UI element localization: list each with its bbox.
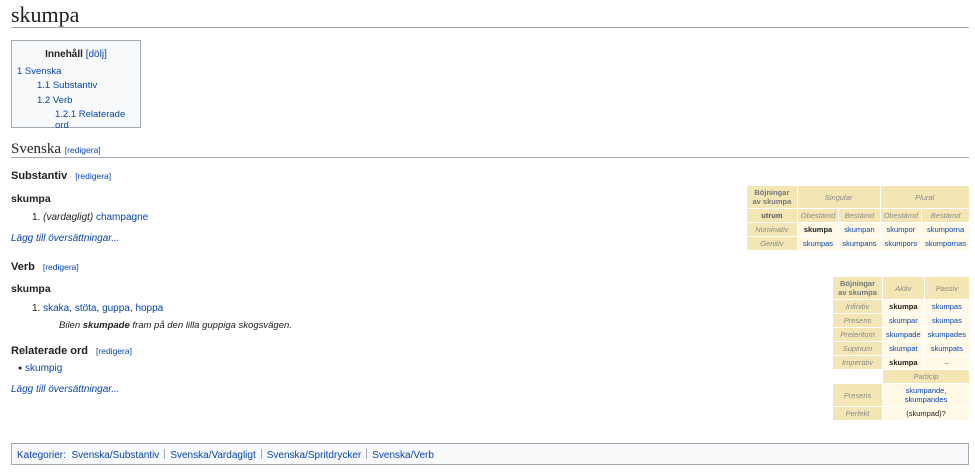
toc-item-relaterade-ord[interactable]: 1.2.1 Relaterade ord [55,109,140,131]
noun-form-link[interactable]: skumpas [797,237,839,250]
noun-inflection-table: Böjningar av skumpa Singular Plural utru… [746,185,970,251]
heading-relaterade-ord: Relaterade ord [redigera] [11,345,132,357]
category-link[interactable]: Svenska/Verb [372,450,434,461]
heading-verb-text: Verb [11,261,35,273]
noun-definition: 1. (vardagligt) champagne [32,212,148,223]
link-champagne[interactable]: champagne [96,212,148,223]
toc-title: Innehåll [45,49,83,60]
category-link[interactable]: Svenska/Substantiv [71,450,159,461]
noun-form-link[interactable]: skumpan [839,223,880,236]
add-translations-noun-link[interactable]: Lägg till översättningar... [11,233,120,244]
definition-number: 1. [32,303,41,314]
heading-relaterade-ord-text: Relaterade ord [11,345,89,357]
edit-link-substantiv[interactable]: [redigera] [75,171,111,181]
verb-row-label: Presens [833,314,883,327]
verb-form-link[interactable]: skumpas [924,300,969,313]
noun-form-link[interactable]: skumporna [922,223,969,236]
verb-inflection-table: Böjningar av skumpa Aktiv Passiv Infinit… [832,276,970,421]
section-heading-text: Svenska [11,141,61,157]
category-separator [366,449,368,459]
page-title: skumpa [11,2,80,27]
link-stota[interactable]: stöta [75,303,97,314]
category-separator [260,449,262,459]
noun-form: skumpa [797,223,839,236]
noun-table-col: Bestämd [839,209,880,222]
noun-table-singular: Singular [797,186,880,208]
noun-row-label: Genitiv [747,237,797,250]
verb-row-label: Supinum [833,342,883,355]
verb-form: skumpa [883,356,924,369]
noun-table-gender: utrum [747,209,797,222]
verb-form-empty: – [924,356,969,369]
link-guppa[interactable]: guppa [102,303,130,314]
noun-table-col: Obestämd [880,209,922,222]
toc-toggle-link[interactable]: [dölj] [86,49,107,60]
verb-table-particip: Particip [883,370,969,383]
heading-substantiv-text: Substantiv [11,170,68,182]
usage-label: (vardagligt) [43,212,94,223]
verb-participle-presens[interactable]: skumpande, skumpandes [883,384,969,406]
verb-headword: skumpa [11,283,51,295]
verb-form: skumpa [883,300,924,313]
example-text-bold: skumpade [82,320,130,331]
noun-form-link[interactable]: skumpornas [922,237,969,250]
section-divider [11,157,969,158]
toc-item-svenska[interactable]: 1 Svenska [17,66,61,77]
verb-table-header: Böjningar av skumpa [833,277,883,299]
verb-form-link[interactable]: skumpat [883,342,924,355]
verb-definition: 1. skaka, stöta, guppa, hoppa [32,303,164,314]
verb-table-aktiv: Aktiv [883,277,924,299]
noun-form-link[interactable]: skumpor [880,223,922,236]
category-separator [164,449,166,459]
verb-row-label: Perfekt [833,407,883,420]
verb-row-label: Presens [833,384,883,406]
categories-label-link[interactable]: Kategorier: [17,450,66,461]
verb-row-label: Preteritum [833,328,883,341]
title-divider [11,27,969,28]
section-heading-svenska: Svenska [redigera] [11,141,101,158]
toc-item-substantiv[interactable]: 1.1 Substantiv [37,80,97,91]
noun-row-label: Nominativ [747,223,797,236]
example-text-post: fram på den lilla guppiga skogsvägen. [129,320,292,331]
verb-row-label: Infinitiv [833,300,883,313]
definition-number: 1. [32,212,41,223]
noun-table-col: Bestämd [922,209,969,222]
verb-form-link[interactable]: skumpar [883,314,924,327]
category-link[interactable]: Svenska/Spritdrycker [267,450,361,461]
heading-verb: Verb [redigera] [11,261,79,273]
verb-table-spacer [833,370,883,383]
category-link[interactable]: Svenska/Vardagligt [170,450,255,461]
edit-link-relaterade-ord[interactable]: [redigera] [96,346,132,356]
noun-table-header: Böjningar av skumpa [747,186,797,208]
bullet-icon: ● [18,365,23,372]
noun-form-link[interactable]: skumpans [839,237,880,250]
noun-headword: skumpa [11,193,51,205]
verb-example: Bilen skumpade fram på den lilla guppiga… [59,320,292,331]
link-skumpig[interactable]: skumpig [25,363,62,374]
verb-table-passiv: Passiv [924,277,969,299]
related-list-item: ● skumpig [18,363,62,374]
verb-form-link[interactable]: skumpats [924,342,969,355]
noun-table-plural: Plural [880,186,969,208]
category-bar: Kategorier: Svenska/Substantiv Svenska/Va… [11,443,969,465]
link-skaka[interactable]: skaka [43,303,69,314]
edit-link-svenska[interactable]: [redigera] [65,145,101,155]
table-of-contents: Innehåll [dölj] 1 Svenska 1.1 Substantiv… [11,40,141,131]
verb-form-link[interactable]: skumpades [924,328,969,341]
verb-form-link[interactable]: skumpas [924,314,969,327]
add-translations-verb-link[interactable]: Lägg till översättningar... [11,384,120,395]
noun-table-col: Obestämd [797,209,839,222]
link-hoppa[interactable]: hoppa [135,303,163,314]
verb-participle-perfekt: (skumpad)? [883,407,969,420]
noun-form-link[interactable]: skumpors [880,237,922,250]
toc-item-verb[interactable]: 1.2 Verb [37,95,72,106]
verb-form-link[interactable]: skumpade [883,328,924,341]
edit-link-verb[interactable]: [redigera] [43,262,79,272]
verb-row-label: Imperativ [833,356,883,369]
heading-substantiv: Substantiv [redigera] [11,170,111,182]
example-text-pre: Bilen [59,320,83,331]
